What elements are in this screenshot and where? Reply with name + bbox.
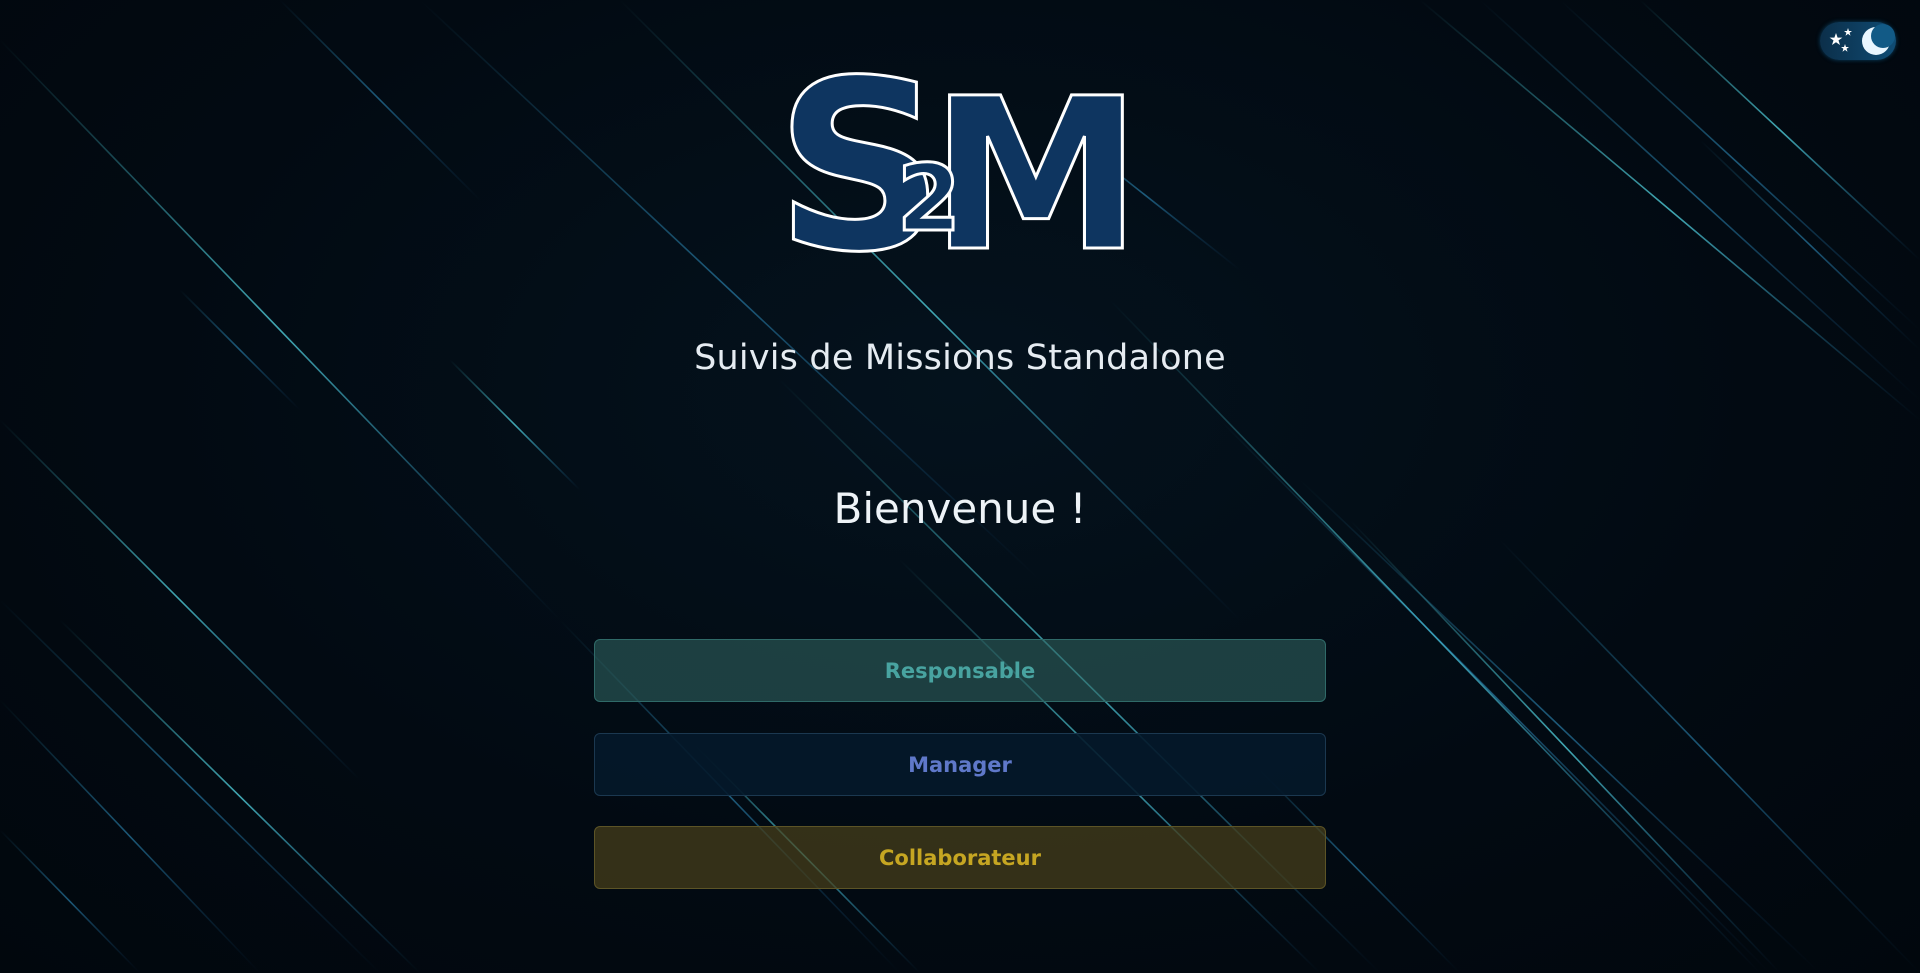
login-page: S M 2 Suivis de Missions Standalone Bien… bbox=[0, 0, 1920, 973]
manager-button-label: Manager bbox=[908, 752, 1012, 777]
moon-icon bbox=[1862, 24, 1895, 55]
app-subtitle: Suivis de Missions Standalone bbox=[694, 338, 1226, 378]
stars-icon bbox=[1829, 28, 1852, 52]
manager-button[interactable]: Manager bbox=[594, 733, 1326, 796]
collaborateur-button-label: Collaborateur bbox=[879, 845, 1041, 870]
logo-letter-m: M bbox=[930, 68, 1142, 258]
theme-toggle-switch[interactable] bbox=[1820, 22, 1896, 60]
responsable-button[interactable]: Responsable bbox=[594, 639, 1326, 702]
collaborateur-button[interactable]: Collaborateur bbox=[594, 826, 1326, 889]
welcome-heading: Bienvenue ! bbox=[833, 484, 1087, 533]
responsable-button-label: Responsable bbox=[884, 658, 1036, 683]
s2m-logo: S M 2 bbox=[775, 68, 1144, 258]
logo-number-2: 2 bbox=[897, 145, 961, 252]
